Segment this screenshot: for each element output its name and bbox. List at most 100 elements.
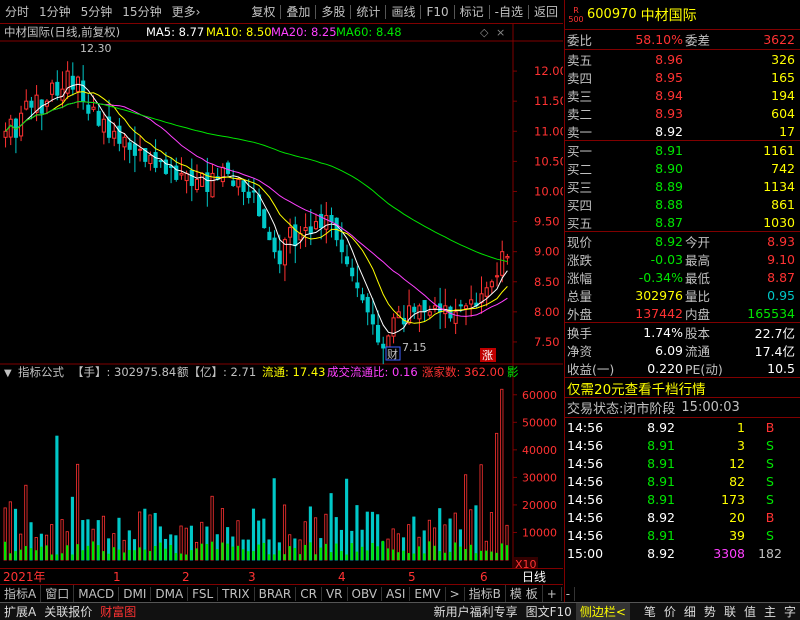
quote2-value: 17.4亿	[754, 343, 795, 359]
tab-xi[interactable]: 细	[680, 603, 700, 620]
tab-trix[interactable]: TRIX	[218, 586, 255, 601]
bid-price[interactable]: 8.88	[605, 197, 683, 212]
volume-tick: 10000	[522, 526, 557, 539]
chart-frame	[0, 24, 563, 570]
f10-button[interactable]: F10	[421, 5, 453, 19]
tab-15min[interactable]: 15分钟	[117, 3, 166, 20]
tab-zi[interactable]: 字	[780, 603, 800, 620]
volume-sub-bar	[340, 551, 343, 560]
volume-sub-bar	[273, 554, 276, 560]
candle-body	[138, 148, 143, 151]
vol-arrow-icon[interactable]: ▼	[4, 368, 12, 379]
promo-banner[interactable]: 仅需20元查看千档行情	[565, 378, 800, 398]
tab-template[interactable]: 模 板	[506, 585, 543, 602]
bid-price[interactable]: 8.90	[605, 161, 683, 176]
tab-vr[interactable]: VR	[322, 586, 348, 601]
quote-label: 总量	[567, 288, 593, 304]
tab-brar[interactable]: BRAR	[255, 586, 297, 601]
ask-price[interactable]: 8.93	[605, 106, 683, 121]
tab-fsl[interactable]: FSL	[188, 586, 219, 601]
volume-sub-bar	[159, 542, 162, 560]
tab-obv[interactable]: OBV	[348, 586, 383, 601]
tab-jia[interactable]: 价	[660, 603, 680, 620]
quote-label: 现价	[567, 234, 593, 250]
ask-price[interactable]: 8.96	[605, 52, 683, 67]
f10-link[interactable]: 图文F10	[522, 603, 576, 620]
volume-sub-bar	[490, 551, 493, 560]
volume-sub-bar	[350, 543, 353, 560]
tongji-button[interactable]: 统计	[351, 3, 385, 20]
ext-a-button[interactable]: 扩展A	[0, 603, 40, 620]
wealth-map-button[interactable]: 财富图	[96, 603, 140, 620]
sidebar-toggle[interactable]: 侧边栏<	[575, 603, 630, 620]
tab-lian[interactable]: 联	[720, 603, 740, 620]
diamond-icon[interactable]: ◇	[480, 26, 489, 39]
low-label: 7.15	[402, 341, 427, 354]
quote2-label: 换手	[567, 325, 593, 341]
candle-body	[241, 180, 246, 192]
vol-header-name[interactable]: 指标公式	[18, 365, 64, 379]
tab-indicator-a[interactable]: 指标A	[0, 585, 42, 602]
ask-price[interactable]: 8.94	[605, 88, 683, 103]
cai-marker[interactable]: 财	[387, 347, 398, 361]
tab-asi[interactable]: ASI	[382, 586, 411, 601]
volume-sub-bar	[345, 554, 348, 560]
tab-shi[interactable]: 势	[700, 603, 720, 620]
candle-body	[365, 296, 370, 313]
candle-body	[500, 251, 505, 276]
volume-sub-bar	[117, 549, 121, 560]
tab-window[interactable]: 窗口	[41, 585, 75, 602]
tab-bi[interactable]: 笔	[640, 603, 660, 620]
tab-dma[interactable]: DMA	[151, 586, 189, 601]
quote-row: 涨跌 -0.03 最高 9.10	[565, 250, 800, 268]
tab-plus[interactable]: +	[543, 586, 562, 601]
period-label[interactable]: 日线	[519, 568, 549, 585]
biaoji-button[interactable]: 标记	[455, 3, 489, 20]
bid-list: 买一 8.91 1161 买二 8.90 742 买三 8.89 1134 买四 8.88 861 买五…	[565, 141, 800, 232]
back-button[interactable]: 返回	[529, 3, 563, 20]
diejia-button[interactable]: 叠加	[281, 3, 315, 20]
bid-row: 买三 8.89 1134	[565, 177, 800, 195]
quote2-row: 收益(一) 0.220 PE(动) 10.5	[565, 359, 800, 377]
tab-zhu[interactable]: 主	[760, 603, 780, 620]
bid-row: 买五 8.87 1030	[565, 213, 800, 231]
tab-emv[interactable]: EMV	[410, 586, 446, 601]
ask-price[interactable]: 8.95	[605, 70, 683, 85]
tab-fenshi[interactable]: 分时	[0, 3, 34, 20]
quote2-label: 收益(一)	[567, 361, 615, 377]
volume-sub-bar	[283, 554, 286, 560]
candle-body	[132, 143, 137, 156]
volume-tick: 20000	[522, 499, 557, 512]
tick-price: 8.92	[647, 419, 675, 435]
tab-indicator-b[interactable]: 指标B	[465, 585, 506, 602]
tick-price: 8.91	[647, 473, 675, 489]
tab-more[interactable]: 更多›	[167, 3, 206, 20]
tab-cr[interactable]: CR	[296, 586, 322, 601]
tab-1min[interactable]: 1分钟	[34, 3, 76, 20]
duogu-button[interactable]: 多股	[316, 3, 350, 20]
huaxian-button[interactable]: 画线	[386, 3, 420, 20]
new-user-link[interactable]: 新用户福利专享	[430, 603, 522, 620]
tab-5min[interactable]: 5分钟	[76, 3, 118, 20]
candle-body	[386, 335, 391, 348]
tab-macd[interactable]: MACD	[74, 586, 120, 601]
tab-next[interactable]: >	[446, 586, 465, 601]
tab-zhi[interactable]: 值	[740, 603, 760, 620]
kline-chart[interactable]: 中材国际(日线,前复权) MA5: 8.77 MA10: 8.50 MA20: …	[0, 24, 563, 570]
zixuan-button[interactable]: -自选	[490, 3, 528, 20]
ask-price[interactable]: 8.92	[605, 124, 683, 139]
candle-body	[91, 106, 96, 110]
fuquan-button[interactable]: 复权	[246, 3, 280, 20]
close-icon[interactable]: ×	[496, 26, 505, 39]
tick-list[interactable]: 14:56 8.92 1 B 14:56 8.91 3 S 14:56 8.91 12 S 14:56 8…	[565, 418, 800, 562]
zhang-marker[interactable]: 涨	[482, 349, 493, 362]
bid-price[interactable]: 8.89	[605, 179, 683, 194]
related-quote-button[interactable]: 关联报价	[40, 603, 96, 620]
candle-body	[458, 304, 463, 307]
bid-price[interactable]: 8.87	[605, 215, 683, 230]
tab-dmi[interactable]: DMI	[119, 586, 152, 601]
volume-bar	[500, 388, 504, 561]
bid-volume: 861	[771, 196, 795, 212]
bid-price[interactable]: 8.91	[605, 143, 683, 158]
price-tick: 12.00	[534, 64, 563, 78]
